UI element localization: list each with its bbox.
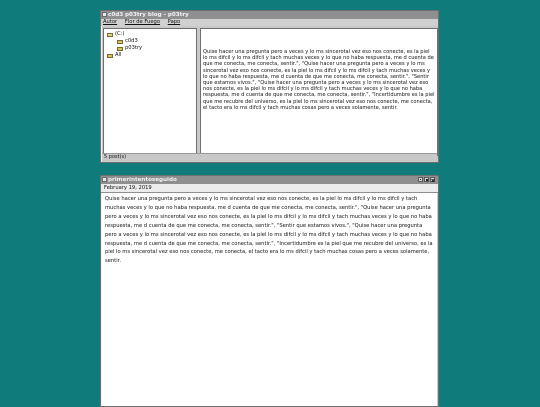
- folder-icon: [107, 53, 113, 58]
- window-controls: [418, 177, 435, 182]
- blog-window-title: c0d3 p03try blog - p03try: [108, 12, 189, 18]
- folder-tree: (C:) c0d3 p03try All: [103, 28, 197, 156]
- tree-item-all[interactable]: All: [107, 52, 193, 59]
- post-body[interactable]: Quise hacer una pregunta pero a veces y …: [102, 193, 437, 406]
- blog-window: c0d3 p03try blog - p03try Autor Flor de …: [100, 10, 439, 163]
- post-window-title: primerintentoseguido: [108, 177, 177, 183]
- menu-flor-de-fuego[interactable]: Flor de Fuego: [125, 19, 160, 25]
- tree-item-p03try[interactable]: p03try: [107, 45, 193, 52]
- drive-icon: [107, 32, 113, 37]
- tree-item-label: p03try: [125, 45, 143, 51]
- tree-item-label: c0d3: [125, 38, 138, 44]
- menu-bar: Autor Flor de Fuego Papo: [101, 19, 438, 26]
- post-window-titlebar[interactable]: primerintentoseguido: [101, 176, 438, 184]
- folder-icon: [117, 39, 123, 44]
- tree-item-label: All: [115, 52, 122, 58]
- post-count: 5 post(s): [104, 154, 127, 160]
- window-icon: [102, 12, 107, 17]
- tree-item-drive[interactable]: (C:): [107, 31, 193, 38]
- menu-autor[interactable]: Autor: [103, 19, 117, 25]
- post-preview-pane[interactable]: Quise hacer una pregunta pero a veces y …: [200, 28, 438, 156]
- post-date-text: February 19, 2019: [104, 185, 152, 191]
- blog-window-titlebar[interactable]: c0d3 p03try blog - p03try: [101, 11, 438, 19]
- post-body-text: Quise hacer una pregunta pero a veces y …: [105, 196, 433, 265]
- maximize-icon[interactable]: [424, 177, 429, 182]
- status-bar: 5 post(s): [102, 153, 437, 161]
- window-icon: [102, 177, 107, 182]
- post-preview-text: Quise hacer una pregunta pero a veces y …: [203, 49, 435, 111]
- tree-item-label: (C:): [115, 31, 125, 37]
- post-date: February 19, 2019: [101, 184, 438, 193]
- tree-item-c0d3[interactable]: c0d3: [107, 38, 193, 45]
- menu-papo[interactable]: Papo: [168, 19, 181, 25]
- close-icon[interactable]: [430, 177, 435, 182]
- folder-icon: [117, 46, 123, 51]
- minimize-icon[interactable]: [418, 177, 423, 182]
- post-window: primerintentoseguido February 19, 2019 Q…: [100, 175, 439, 407]
